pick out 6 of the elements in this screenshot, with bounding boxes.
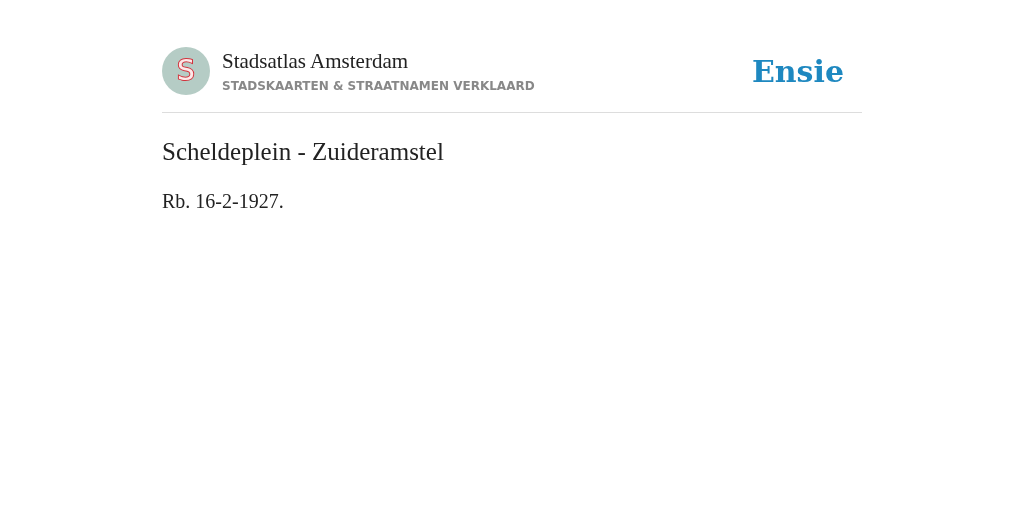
logo-letter: S xyxy=(177,57,195,85)
brand-link[interactable]: Ensie xyxy=(751,53,844,89)
site-title: Stadsatlas Amsterdam xyxy=(222,49,410,73)
site-tagline: STADSKAARTEN & STRAATNAMEN VERKLAARD xyxy=(222,79,536,93)
article-title: Scheldeplein - Zuideramstel xyxy=(162,138,445,166)
article-body: Rb. 16-2-1927. xyxy=(162,190,285,213)
